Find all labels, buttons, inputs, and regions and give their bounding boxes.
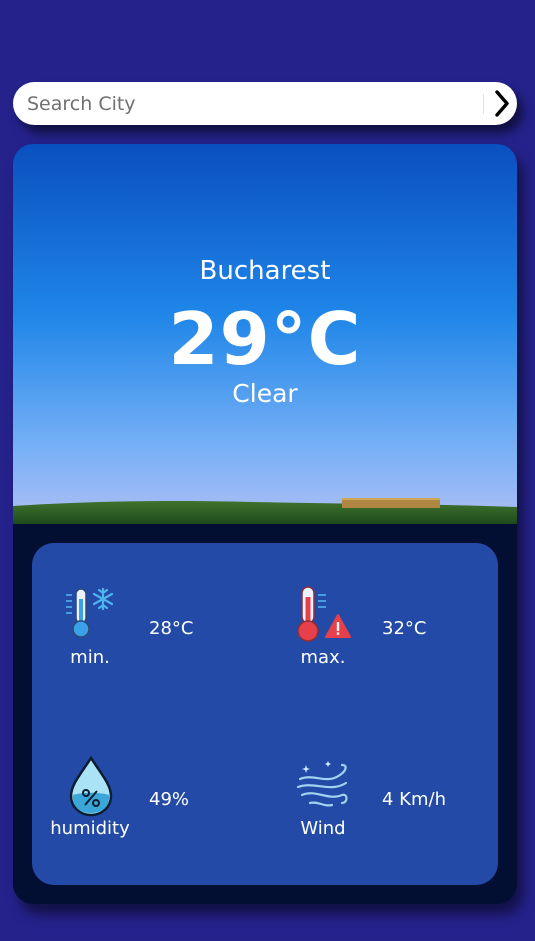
- wind-icon: [296, 761, 348, 807]
- max-temp-value: 32°C: [382, 618, 427, 639]
- min-temp-value: 28°C: [149, 618, 194, 639]
- weather-hero: Bucharest 29°C Clear: [13, 144, 517, 524]
- search-bar: [13, 82, 517, 125]
- search-submit-button[interactable]: [485, 86, 517, 121]
- current-temperature: 29°C: [168, 297, 362, 381]
- wind-value: 4 Km/h: [382, 789, 446, 810]
- chevron-right-icon: [495, 90, 509, 117]
- min-temp-label: min.: [70, 647, 110, 668]
- wind-label: Wind: [300, 818, 346, 839]
- weather-details-panel: min. 28°C max. 32°C humidity 49% Wind 4 …: [32, 543, 498, 885]
- max-temp-label: max.: [300, 647, 346, 668]
- weather-condition: Clear: [232, 379, 298, 408]
- weather-card: Bucharest 29°C Clear min. 28°C max. 32°C…: [13, 144, 517, 904]
- search-input[interactable]: [13, 82, 473, 125]
- humidity-value: 49%: [149, 789, 190, 810]
- thermometer-snowflake-icon: [66, 587, 114, 638]
- humidity-label: humidity: [50, 818, 130, 839]
- search-divider: [483, 94, 484, 114]
- water-drop-icon: [69, 755, 113, 817]
- thermometer-warning-icon: [297, 586, 351, 642]
- city-name: Bucharest: [199, 256, 331, 286]
